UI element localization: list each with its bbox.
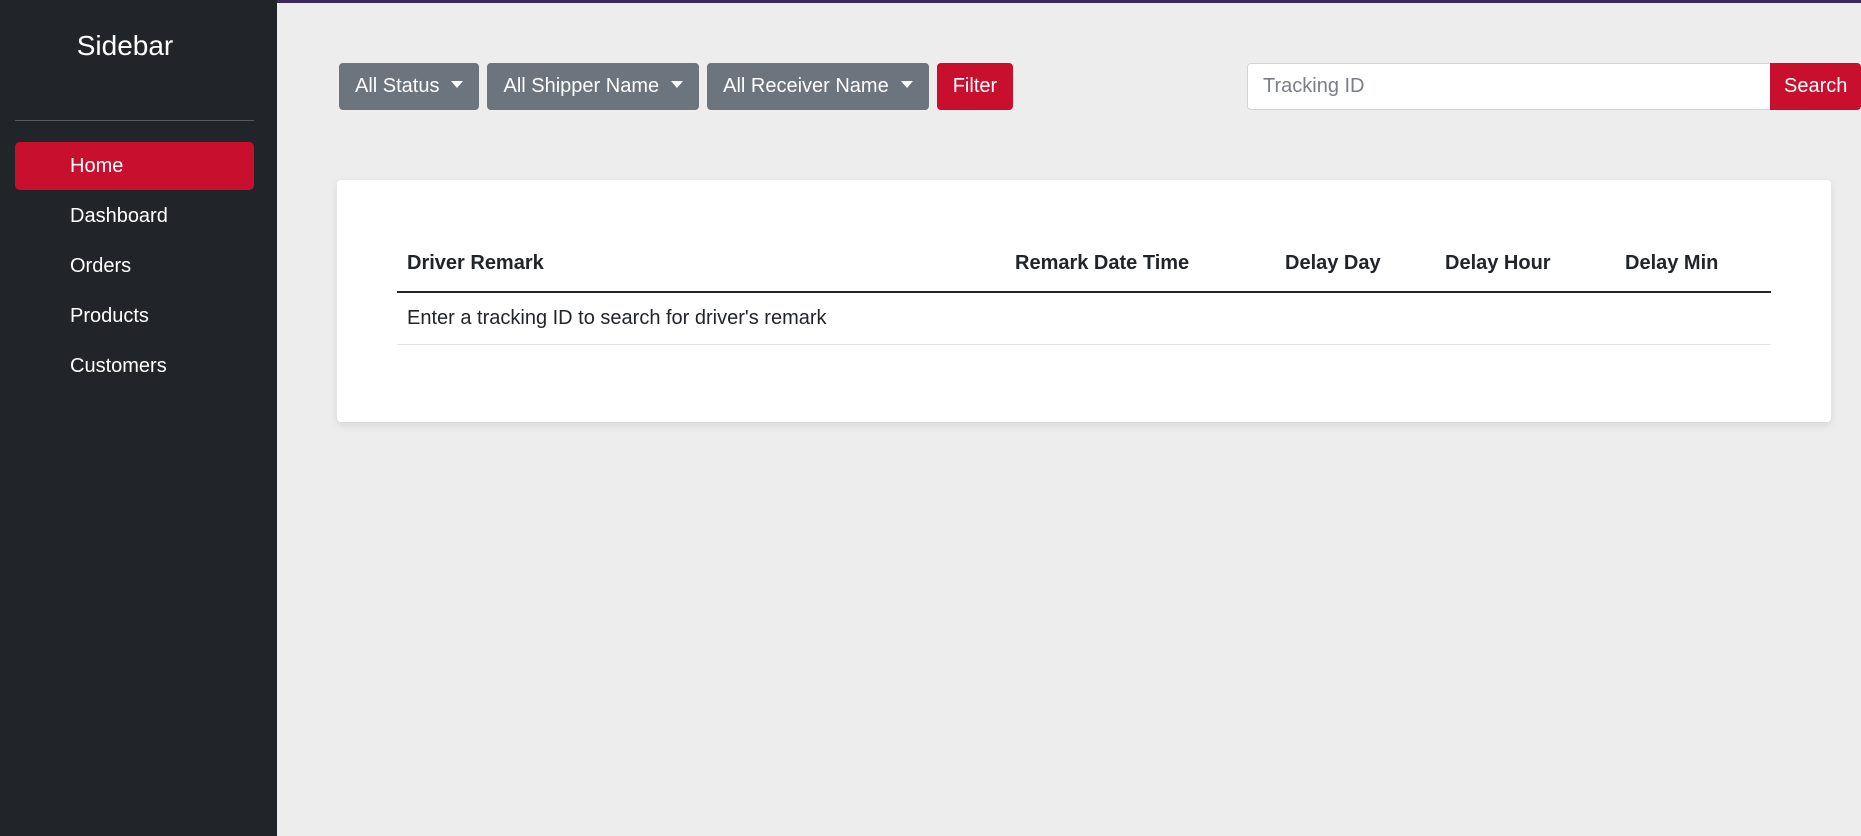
sidebar-item-orders[interactable]: Orders (15, 242, 254, 290)
receiver-dropdown[interactable]: All Receiver Name (707, 63, 929, 110)
search-group: Search (1247, 63, 1861, 110)
search-button[interactable]: Search (1770, 63, 1861, 110)
status-dropdown[interactable]: All Status (339, 63, 480, 110)
sidebar-item-dashboard[interactable]: Dashboard (15, 192, 254, 240)
tracking-id-input[interactable] (1247, 63, 1770, 110)
caret-down-icon (451, 81, 464, 88)
sidebar-item-home[interactable]: Home (15, 142, 254, 190)
remarks-card: Driver Remark Remark Date Time Delay Day… (337, 180, 1831, 422)
main-content: All Status All Shipper Name All Receiver… (277, 0, 1861, 836)
caret-down-icon (671, 81, 684, 88)
sidebar-item-customers[interactable]: Customers (15, 342, 254, 390)
caret-down-icon (900, 81, 913, 88)
sidebar-nav: Home Dashboard Orders Products Customers (15, 142, 254, 392)
table-row: Enter a tracking ID to search for driver… (397, 292, 1771, 345)
column-header-delay-day: Delay Day (1275, 245, 1435, 293)
sidebar-title: Sidebar (76, 30, 174, 61)
column-header-driver-remark: Driver Remark (397, 245, 1005, 293)
empty-table-message: Enter a tracking ID to search for driver… (397, 292, 1771, 345)
sidebar-divider (15, 120, 254, 121)
shipper-dropdown-label: All Shipper Name (503, 75, 660, 97)
filter-button[interactable]: Filter (936, 63, 1014, 110)
column-header-delay-hour: Delay Hour (1435, 245, 1615, 293)
table-header-row: Driver Remark Remark Date Time Delay Day… (397, 245, 1771, 293)
remarks-table: Driver Remark Remark Date Time Delay Day… (397, 245, 1771, 345)
filter-toolbar: All Status All Shipper Name All Receiver… (339, 63, 1014, 110)
status-dropdown-label: All Status (355, 75, 440, 97)
column-header-remark-date-time: Remark Date Time (1005, 245, 1275, 293)
sidebar: Sidebar Home Dashboard Orders Products C… (0, 0, 277, 836)
sidebar-item-products[interactable]: Products (15, 292, 254, 340)
shipper-dropdown[interactable]: All Shipper Name (487, 63, 700, 110)
receiver-dropdown-label: All Receiver Name (723, 75, 889, 97)
column-header-delay-min: Delay Min (1615, 245, 1771, 293)
